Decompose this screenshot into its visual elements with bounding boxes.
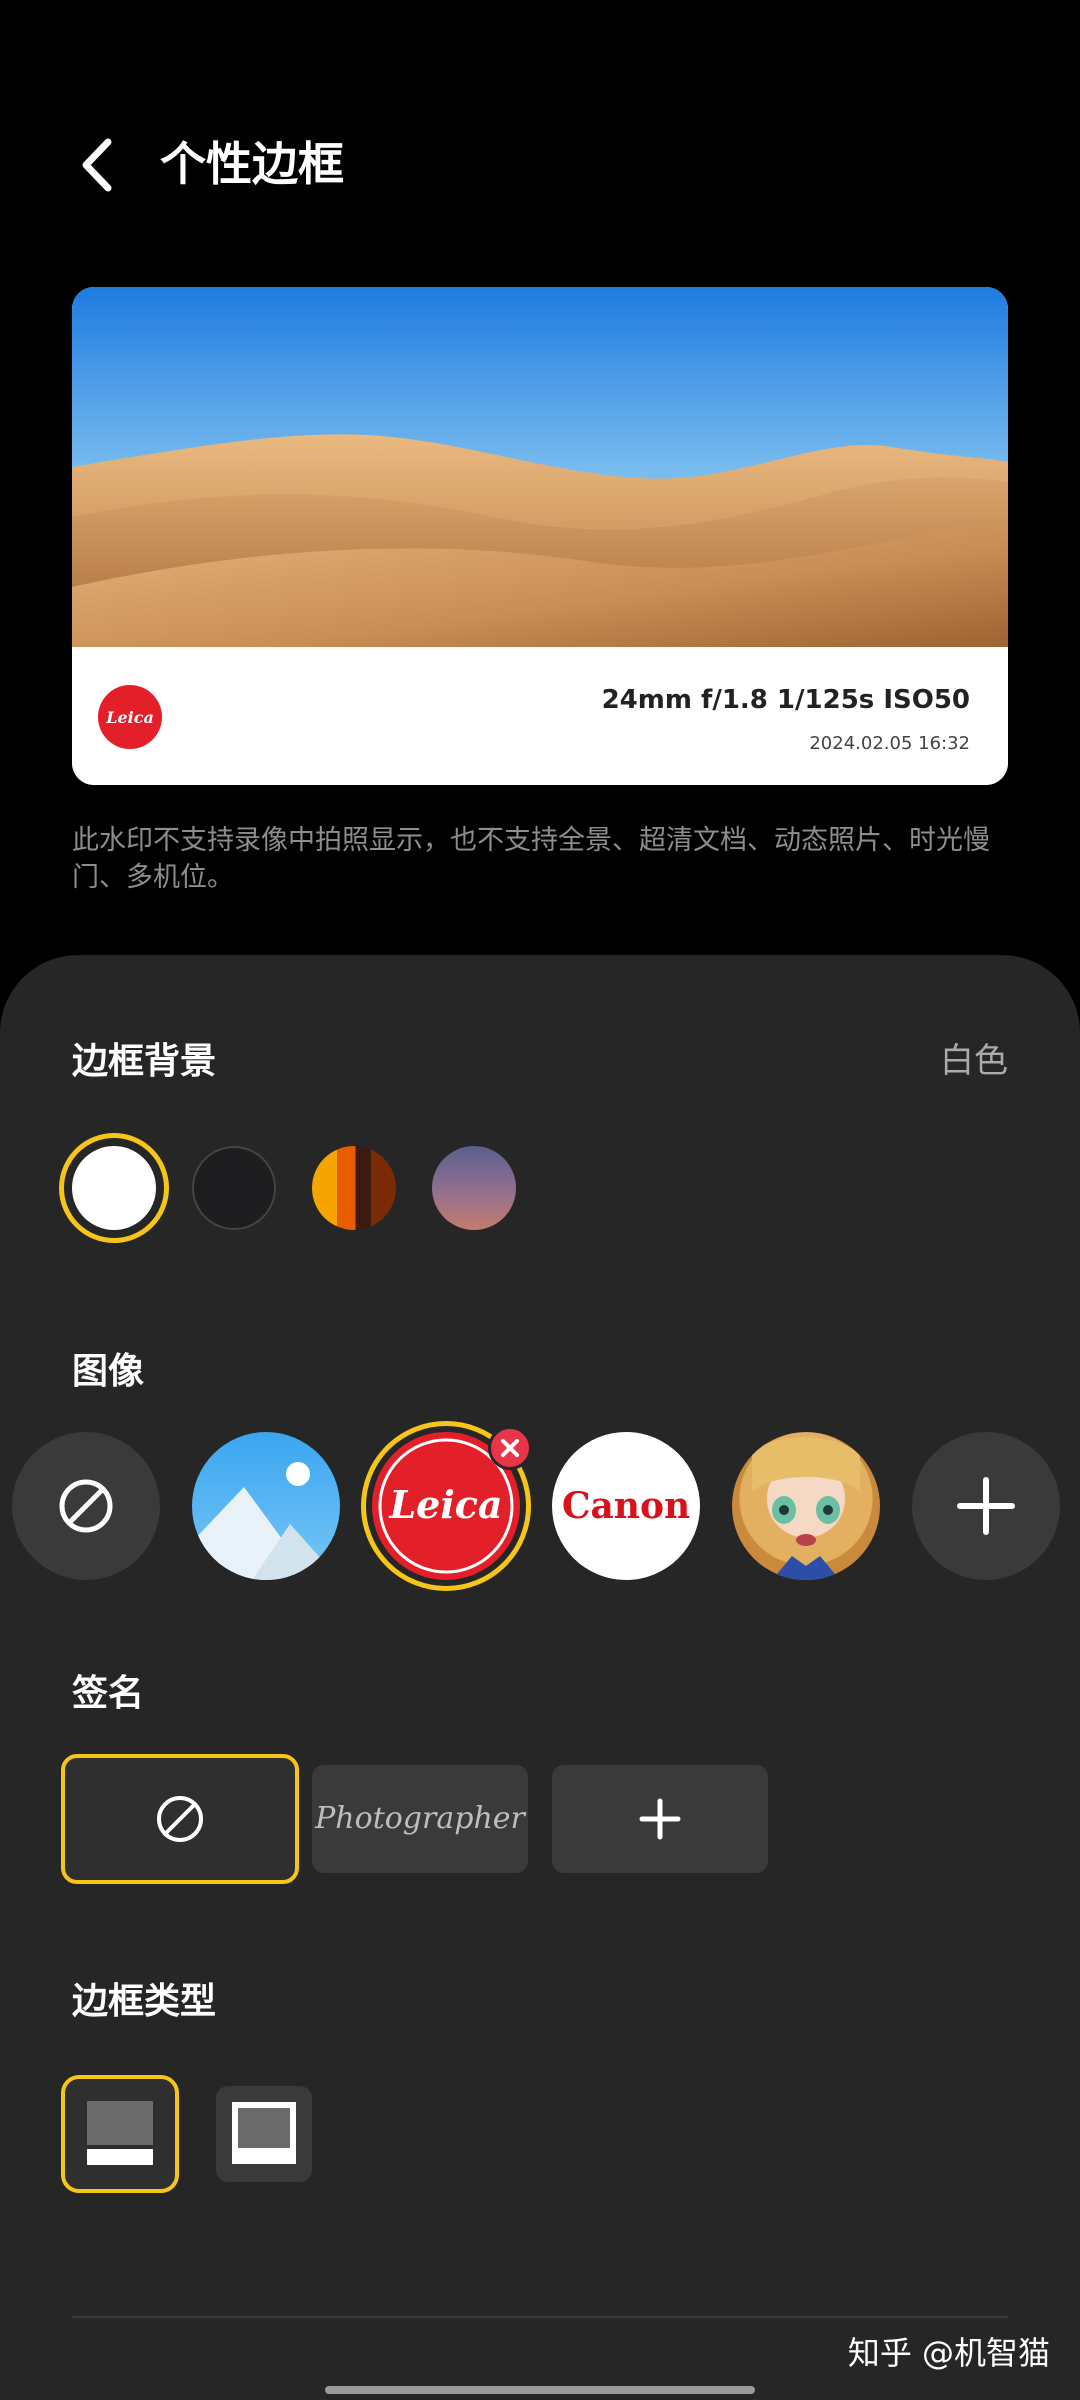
- app-header: 个性边框: [0, 0, 1080, 330]
- source-watermark: 知乎 @机智猫: [847, 2334, 1050, 2372]
- svg-text:Leica: Leica: [105, 708, 154, 727]
- svg-text:Canon: Canon: [562, 1485, 690, 1527]
- frame-full-icon: [232, 2102, 296, 2164]
- leica-logo: Leica: [98, 685, 162, 749]
- swatch-gradient-dusk[interactable]: [432, 1146, 516, 1230]
- image-canon-option[interactable]: Canon: [552, 1432, 700, 1580]
- plus-icon: [639, 1798, 681, 1840]
- frame-footer: Leica 24mm f/1.8 1/125s ISO50 2024.02.05…: [72, 647, 1008, 785]
- add-image-button[interactable]: [912, 1432, 1060, 1580]
- add-signature-button[interactable]: [552, 1765, 768, 1873]
- plus-icon: [957, 1477, 1015, 1535]
- frame-bottom-icon: [87, 2101, 153, 2165]
- signature-none-button[interactable]: [61, 1754, 299, 1884]
- remove-image-button[interactable]: [488, 1426, 532, 1470]
- back-button[interactable]: [70, 130, 130, 200]
- none-icon: [59, 1479, 113, 1533]
- frame-preview-card: Leica 24mm f/1.8 1/125s ISO50 2024.02.05…: [72, 287, 1008, 785]
- home-indicator[interactable]: [325, 2386, 755, 2394]
- signature-sample: Photographer: [315, 1801, 525, 1836]
- frame-type-full-option[interactable]: [216, 2086, 312, 2182]
- chevron-left-icon: [82, 138, 112, 192]
- background-current-value: 白色: [940, 1041, 1008, 1081]
- anime-avatar: [752, 1437, 860, 1580]
- image-avatar-option[interactable]: [732, 1432, 880, 1580]
- desert-photo: [72, 287, 1008, 647]
- page-title: 个性边框: [160, 137, 344, 191]
- signature-photographer-option[interactable]: Photographer: [312, 1765, 528, 1873]
- section-title-image: 图像: [72, 1351, 145, 1392]
- canon-logo: Canon: [562, 1485, 690, 1527]
- watermark-notice: 此水印不支持录像中拍照显示，也不支持全景、超清文档、动态照片、时光慢门、多机位。: [72, 825, 990, 893]
- exif-info: 24mm f/1.8 1/125s ISO50: [601, 685, 970, 715]
- frame-type-bottom-option[interactable]: [61, 2075, 179, 2193]
- section-title-signature: 签名: [72, 1673, 145, 1714]
- picture-icon: [192, 1462, 340, 1580]
- swatch-black[interactable]: [192, 1146, 276, 1230]
- section-title-background: 边框背景: [72, 1041, 217, 1082]
- capture-date: 2024.02.05 16:32: [809, 733, 970, 754]
- none-icon: [157, 1796, 203, 1842]
- image-none-button[interactable]: [12, 1432, 160, 1580]
- section-title-frame-type: 边框类型: [72, 1981, 217, 2022]
- swatch-white[interactable]: [72, 1146, 156, 1230]
- divider: [72, 2316, 1008, 2318]
- svg-text:Leica: Leica: [388, 1482, 502, 1527]
- image-gallery-option[interactable]: [192, 1432, 340, 1580]
- close-icon: [501, 1439, 519, 1457]
- swatch-orange-stripes[interactable]: [312, 1146, 396, 1230]
